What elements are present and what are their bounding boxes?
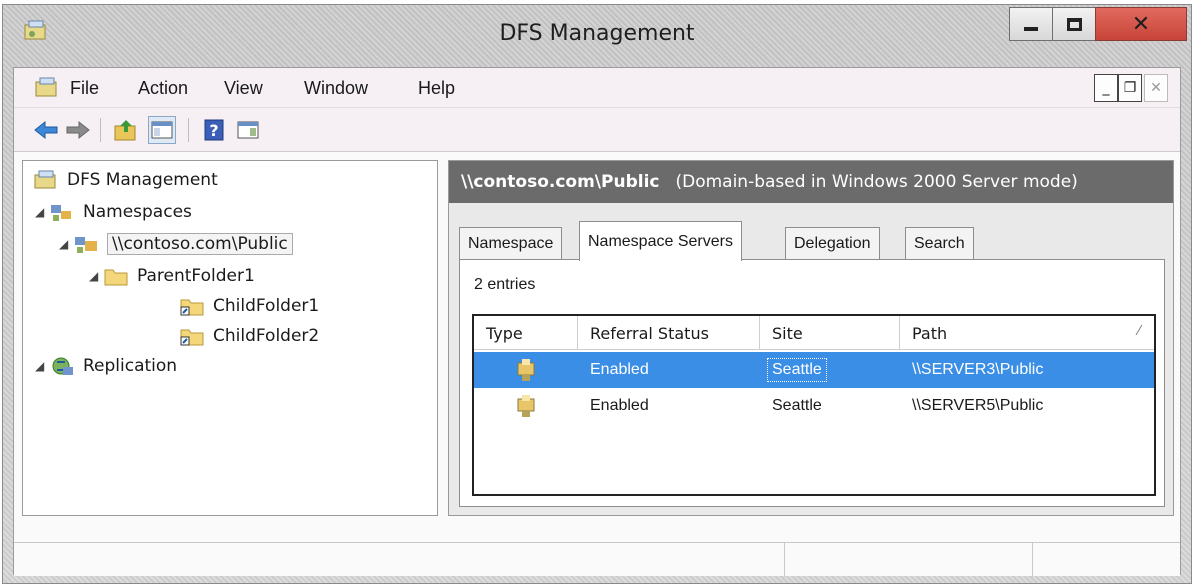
- minimize-icon: _: [1102, 80, 1110, 96]
- menu-bar: File Action View Window Help _ ❐ ✕: [14, 68, 1180, 108]
- entries-count: 2 entries: [474, 276, 536, 293]
- server-type-icon: [514, 352, 540, 388]
- back-button[interactable]: [32, 116, 60, 144]
- tree-item-dfs-management[interactable]: DFS Management: [33, 165, 218, 195]
- close-icon: ✕: [1150, 80, 1162, 96]
- namespace-path: \\contoso.com\Public: [461, 172, 660, 192]
- namespace-servers-list[interactable]: Type Referral Status Site Path ⁄ Enabled…: [472, 314, 1156, 496]
- menu-file[interactable]: File: [70, 78, 99, 99]
- menu-action[interactable]: Action: [138, 78, 188, 99]
- menu-window[interactable]: Window: [304, 78, 368, 99]
- folder-link-icon: [180, 299, 204, 316]
- status-separator: [1032, 543, 1033, 577]
- up-folder-icon: [114, 120, 136, 141]
- table-row[interactable]: Enabled Seattle \\SERVER5\Public: [474, 388, 1154, 424]
- back-arrow-icon: [34, 120, 58, 140]
- column-referral-status[interactable]: Referral Status: [578, 316, 760, 350]
- namespaces-icon: [51, 205, 71, 221]
- action-pane-icon: [237, 121, 259, 139]
- tree-label: DFS Management: [67, 170, 218, 190]
- site-cell: Seattle: [767, 352, 827, 388]
- tree-item-namespaces[interactable]: ◢ Namespaces: [35, 197, 192, 227]
- status-bar: [14, 542, 1180, 577]
- show-hide-console-tree-button[interactable]: [148, 116, 176, 144]
- forward-button[interactable]: [64, 116, 92, 144]
- site-value: Seattle: [767, 358, 827, 382]
- help-icon: ?: [204, 119, 224, 141]
- maximize-icon: [1066, 17, 1082, 31]
- details-header: \\contoso.com\Public (Domain-based in Wi…: [449, 161, 1173, 203]
- child-window-controls: _ ❐ ✕: [1094, 74, 1172, 102]
- replication-icon: [52, 357, 73, 375]
- tab-namespace-servers[interactable]: Namespace Servers: [579, 221, 742, 261]
- column-resize-icon: ⁄: [1137, 324, 1140, 339]
- expand-arrow-icon[interactable]: ◢: [35, 205, 49, 219]
- menu-help[interactable]: Help: [418, 78, 455, 99]
- minimize-icon: [1024, 27, 1038, 31]
- restore-icon: ❐: [1123, 80, 1137, 96]
- column-site[interactable]: Site: [760, 316, 900, 350]
- toolbar: ?: [14, 108, 1180, 152]
- close-icon: ✕: [1131, 11, 1151, 37]
- svg-text:?: ?: [209, 121, 218, 140]
- console-tree-icon: [151, 121, 173, 139]
- dfs-management-icon: [34, 170, 56, 189]
- expand-arrow-icon[interactable]: ◢: [35, 359, 49, 373]
- tree-item-childfolder2[interactable]: ChildFolder2: [179, 321, 319, 351]
- folder-icon: [104, 269, 128, 286]
- minimize-button[interactable]: [1009, 7, 1053, 41]
- window-client-area: File Action View Window Help _ ❐ ✕ ? DFS…: [13, 67, 1181, 577]
- toolbar-separator: [188, 118, 189, 142]
- tree-item-namespace-public[interactable]: ◢ \\contoso.com\Public: [59, 229, 293, 259]
- help-button[interactable]: ?: [200, 116, 228, 144]
- tab-delegation[interactable]: Delegation: [785, 227, 880, 259]
- child-close-button[interactable]: ✕: [1144, 74, 1168, 102]
- tab-namespace[interactable]: Namespace: [459, 227, 563, 259]
- details-pane: \\contoso.com\Public (Domain-based in Wi…: [448, 160, 1174, 516]
- folder-link-icon: [180, 329, 204, 346]
- forward-arrow-icon: [66, 120, 90, 140]
- tree-label: ParentFolder1: [137, 266, 255, 286]
- title-bar[interactable]: DFS Management ✕: [3, 5, 1191, 65]
- tree-item-replication[interactable]: ◢ Replication: [35, 351, 177, 381]
- menu-view[interactable]: View: [224, 78, 263, 99]
- expand-arrow-icon[interactable]: ◢: [89, 269, 103, 283]
- child-restore-button[interactable]: ❐: [1118, 74, 1142, 102]
- mmc-system-menu-icon[interactable]: [34, 76, 60, 100]
- tab-search[interactable]: Search: [905, 227, 974, 259]
- up-one-level-button[interactable]: [112, 116, 140, 144]
- dfs-management-window: DFS Management ✕ File Action View Window…: [2, 4, 1192, 584]
- path-cell: \\SERVER5\Public: [912, 397, 1044, 414]
- table-row[interactable]: Enabled Seattle \\SERVER3\Public: [474, 352, 1154, 388]
- tree-label: ChildFolder1: [213, 296, 320, 316]
- tree-label: \\contoso.com\Public: [107, 233, 293, 255]
- namespace-servers-page: 2 entries Type Referral Status Site Path…: [459, 259, 1165, 507]
- expand-arrow-icon[interactable]: ◢: [59, 237, 73, 251]
- maximize-button[interactable]: [1052, 7, 1096, 41]
- referral-status-cell: Enabled: [590, 397, 649, 414]
- tree-label: Replication: [83, 356, 178, 376]
- server-type-icon: [514, 388, 540, 424]
- close-button[interactable]: ✕: [1095, 7, 1187, 41]
- referral-status-cell: Enabled: [590, 361, 649, 378]
- tree-item-childfolder1[interactable]: ChildFolder1: [179, 291, 319, 321]
- toolbar-separator: [100, 118, 101, 142]
- tree-item-parentfolder1[interactable]: ◢ ParentFolder1: [89, 261, 255, 291]
- namespace-mode: (Domain-based in Windows 2000 Server mod…: [675, 172, 1078, 192]
- list-header: Type Referral Status Site Path ⁄: [474, 316, 1154, 350]
- column-type[interactable]: Type: [474, 316, 578, 350]
- child-minimize-button[interactable]: _: [1094, 74, 1118, 102]
- column-path[interactable]: Path: [900, 316, 1154, 350]
- tree-label: ChildFolder2: [213, 326, 320, 346]
- site-cell: Seattle: [772, 397, 822, 414]
- namespace-root-icon: [75, 237, 97, 253]
- console-tree: DFS Management ◢ Namespaces ◢ \\contoso.…: [22, 160, 438, 516]
- path-cell: \\SERVER3\Public: [912, 361, 1044, 378]
- status-separator: [784, 543, 785, 577]
- show-hide-action-pane-button[interactable]: [234, 116, 262, 144]
- tree-label: Namespaces: [83, 202, 192, 222]
